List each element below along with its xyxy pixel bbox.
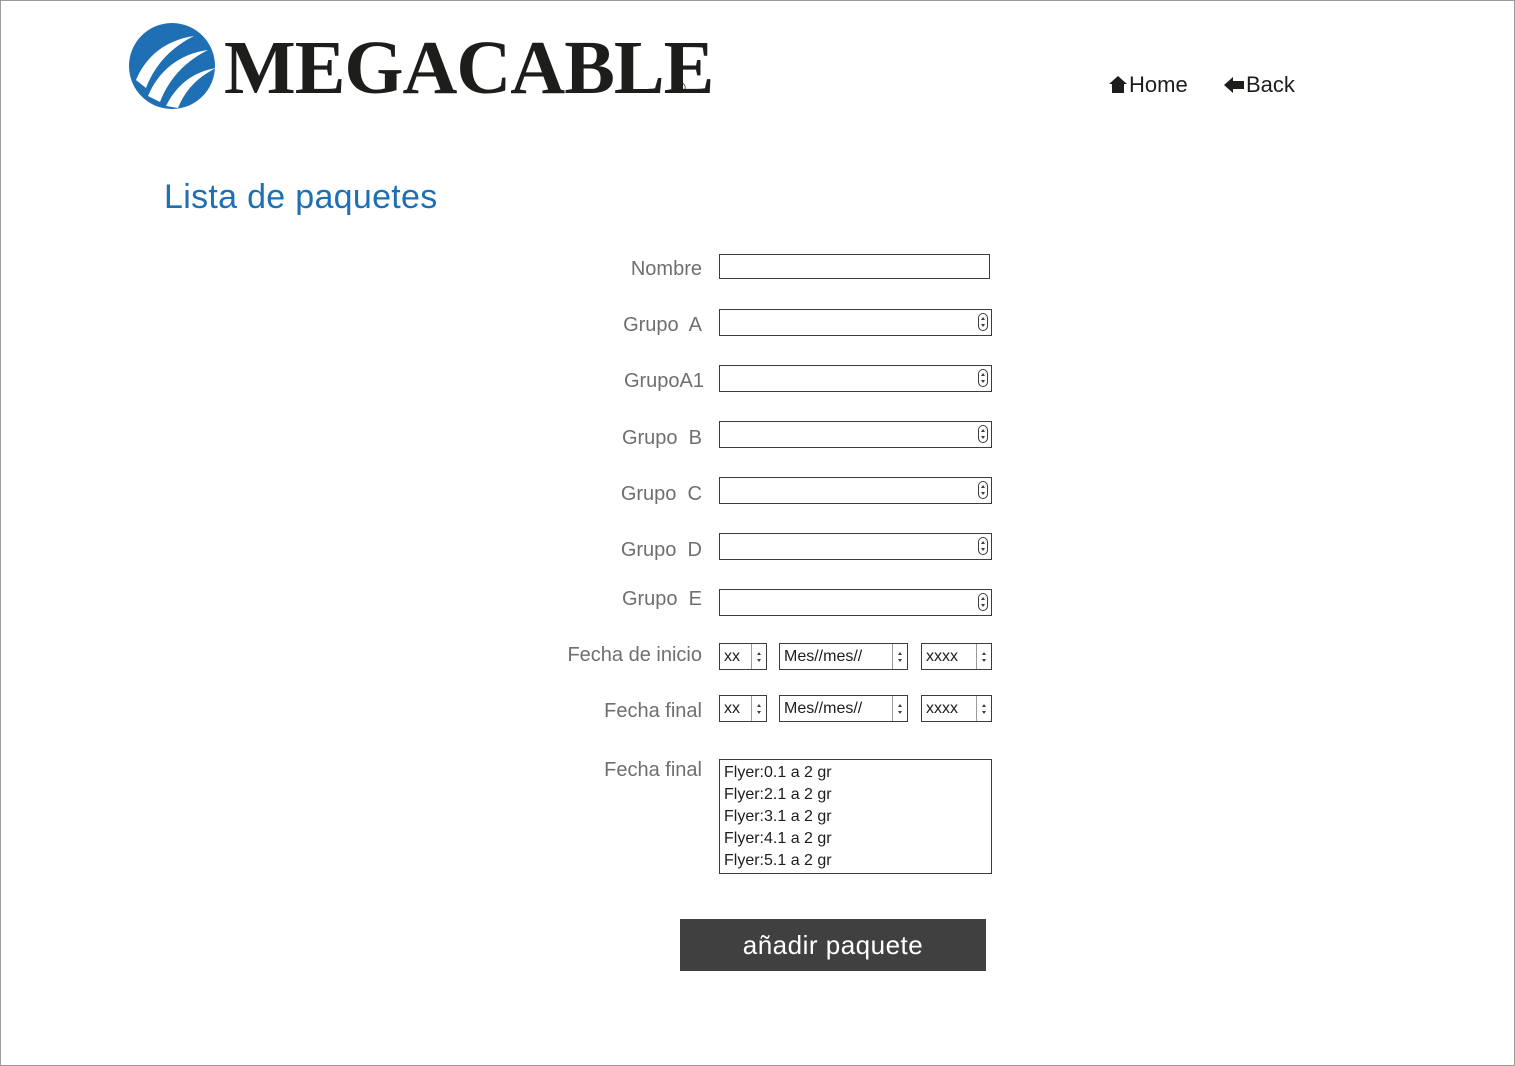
grupo-c-label: Grupo C [620,483,702,505]
grupo-b-input[interactable] [719,421,992,448]
house-icon [1109,76,1127,93]
back-link[interactable]: Back [1223,70,1295,100]
list-item[interactable]: Flyer:4.1 a 2 gr [724,828,987,850]
fecha-inicio-day-select[interactable]: xx [719,643,767,670]
list-item[interactable]: Flyer:0.1 a 2 gr [724,762,987,784]
home-link-label: Home [1129,72,1188,97]
spinner-arrows-icon[interactable] [892,644,907,669]
fecha-inicio-year-select[interactable]: xxxx [921,643,992,670]
list-item[interactable]: Flyer:5.1 a 2 gr [724,850,987,872]
grupo-d-label: Grupo D [620,539,702,561]
fecha-final-month-value: Mes//mes// [784,699,863,717]
fecha-final-month-select[interactable]: Mes//mes// [779,695,908,722]
spinner-arrows-icon[interactable] [892,696,907,721]
grupo-a-stepper-icon[interactable] [978,313,988,331]
fecha-final-year-value: xxxx [926,699,958,717]
registered-mark: ® [674,80,686,97]
spinner-arrows-icon[interactable] [751,696,766,721]
fecha-final-year-select[interactable]: xxxx [921,695,992,722]
grupo-d-stepper-icon[interactable] [978,537,988,555]
megacable-logo-mark-icon [129,23,216,109]
grupo-c-input[interactable] [719,477,992,504]
list-item[interactable]: Flyer:2.1 a 2 gr [724,784,987,806]
home-link[interactable]: Home [1108,70,1188,100]
fecha-inicio-year-value: xxxx [926,647,958,665]
fecha-inicio-day-value: xx [724,647,740,665]
grupo-b-stepper-icon[interactable] [978,425,988,443]
grupo-e-stepper-icon[interactable] [978,593,988,611]
flyers-listbox[interactable]: Flyer:0.1 a 2 gr Flyer:2.1 a 2 gr Flyer:… [719,759,992,874]
arrow-left-icon [1224,77,1244,93]
grupo-a-input[interactable] [719,309,992,336]
fecha-inicio-month-value: Mes//mes// [784,647,863,665]
spinner-arrows-icon[interactable] [751,644,766,669]
spinner-arrows-icon[interactable] [976,644,991,669]
grupo-e-label: Grupo E [621,588,702,610]
nombre-label: Nombre [630,258,702,280]
add-package-button[interactable]: añadir paquete [680,919,986,971]
fecha-inicio-month-select[interactable]: Mes//mes// [779,643,908,670]
back-link-label: Back [1246,72,1295,97]
grupo-c-stepper-icon[interactable] [978,481,988,499]
grupo-d-input[interactable] [719,533,992,560]
grupo-b-label: Grupo B [621,427,702,449]
fecha-final-day-select[interactable]: xx [719,695,767,722]
spinner-arrows-icon[interactable] [976,696,991,721]
grupo-e-input[interactable] [719,589,992,616]
grupo-a1-label: GrupoA1 [623,370,704,392]
flyers-label: Fecha final [604,759,702,781]
grupo-a1-input[interactable] [719,365,992,392]
fecha-final-label: Fecha final [604,700,702,722]
fecha-final-day-value: xx [724,699,740,717]
page-title: Lista de paquetes [164,178,438,216]
grupo-a1-stepper-icon[interactable] [978,369,988,387]
fecha-inicio-label: Fecha de inicio [567,644,702,666]
megacable-logo[interactable]: MEGACABLE ® [128,22,714,112]
nombre-input[interactable] [719,254,990,279]
brand-name: MEGACABLE [224,26,714,110]
list-item[interactable]: Flyer:3.1 a 2 gr [724,806,987,828]
grupo-a-label: Grupo A [623,314,702,336]
